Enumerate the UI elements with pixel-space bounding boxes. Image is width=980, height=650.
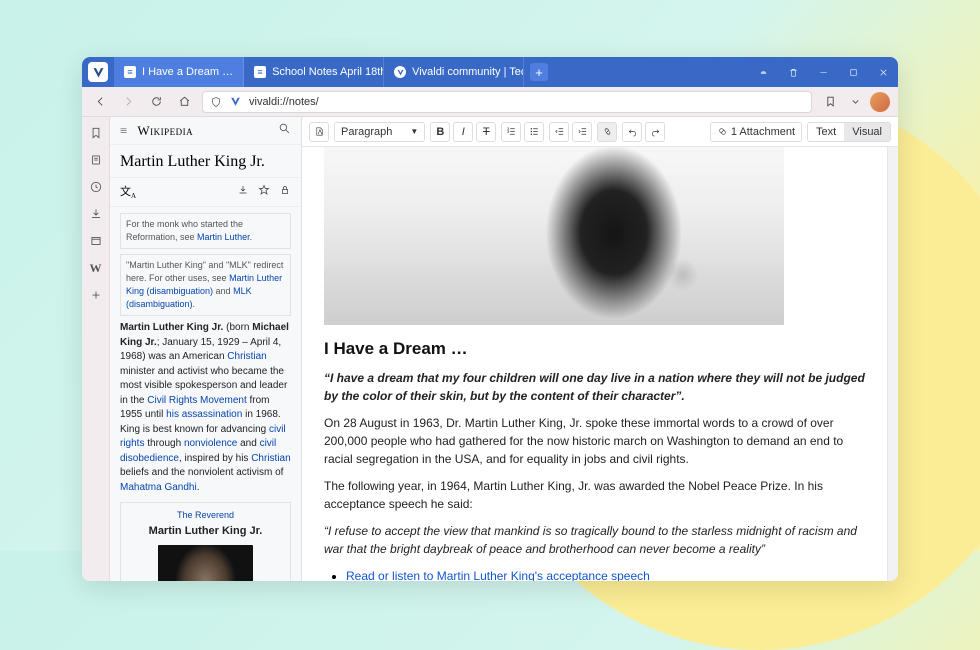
shield-icon xyxy=(210,96,222,108)
note-paragraph: The following year, in 1964, Martin Luth… xyxy=(324,477,865,513)
profile-avatar[interactable] xyxy=(870,92,890,112)
note-icon: ≡ xyxy=(254,66,266,78)
hatnote: For the monk who started the Reformation… xyxy=(120,213,291,249)
editor-toolbar: Paragraph▼ B I T 12 xyxy=(302,117,898,147)
italic-button[interactable]: I xyxy=(453,122,473,142)
note-link[interactable]: Read or listen to Martin Luther King's a… xyxy=(346,569,650,581)
view-toggle[interactable]: Text Visual xyxy=(807,122,891,142)
add-panel-button[interactable] xyxy=(89,288,103,302)
chevron-down-icon[interactable] xyxy=(845,92,865,112)
close-button[interactable] xyxy=(868,57,898,87)
text-view-button[interactable]: Text xyxy=(808,123,844,141)
hatnote: "Martin Luther King" and "MLK" redirect … xyxy=(120,254,291,316)
tab-label: Vivaldi community | Tech fo xyxy=(412,66,524,78)
bookmark-button[interactable] xyxy=(820,92,840,112)
redo-button[interactable] xyxy=(645,122,665,142)
forward-button[interactable] xyxy=(118,92,138,112)
tab-0[interactable]: ≡ I Have a Dream … xyxy=(114,57,244,87)
note-paragraph: On 28 August in 1963, Dr. Martin Luther … xyxy=(324,414,865,468)
window-icon[interactable] xyxy=(89,234,103,248)
tab-label: I Have a Dream … xyxy=(142,66,233,78)
insert-button[interactable] xyxy=(309,122,329,142)
history-icon[interactable] xyxy=(89,180,103,194)
new-tab-button[interactable]: + xyxy=(530,63,548,81)
download-icon[interactable] xyxy=(237,183,249,201)
article-content[interactable]: For the monk who started the Reformation… xyxy=(110,207,301,581)
bookmarks-icon[interactable] xyxy=(89,126,103,140)
lock-icon[interactable] xyxy=(279,183,291,201)
home-button[interactable] xyxy=(174,92,194,112)
link-button[interactable] xyxy=(597,122,617,142)
lead-paragraph: Martin Luther King Jr. (born Michael Kin… xyxy=(120,321,291,495)
strike-button[interactable]: T xyxy=(476,122,496,142)
vivaldi-icon xyxy=(394,66,406,78)
maximize-button[interactable] xyxy=(838,57,868,87)
panel-strip: W xyxy=(82,117,110,581)
tab-1[interactable]: ≡ School Notes April 18th xyxy=(244,57,384,87)
note-quote: “I have a dream that my four children wi… xyxy=(324,369,865,405)
paragraph-select[interactable]: Paragraph▼ xyxy=(334,122,425,142)
reload-button[interactable] xyxy=(146,92,166,112)
bullet-list-button[interactable] xyxy=(524,122,544,142)
infobox: The Reverend Martin Luther King Jr. xyxy=(120,502,291,581)
tab-2[interactable]: Vivaldi community | Tech fo xyxy=(384,57,524,87)
browser-window: ≡ I Have a Dream … ≡ School Notes April … xyxy=(82,57,898,581)
minimize-button[interactable] xyxy=(808,57,838,87)
reading-icon[interactable] xyxy=(89,153,103,167)
indent-button[interactable] xyxy=(572,122,592,142)
ordered-list-button[interactable]: 12 xyxy=(501,122,521,142)
attachment-button[interactable]: 1 Attachment xyxy=(710,122,802,142)
menu-icon[interactable]: ≡ xyxy=(120,123,127,139)
infobox-name: Martin Luther King Jr. xyxy=(127,524,284,540)
star-icon[interactable] xyxy=(258,183,270,201)
notes-editor: Paragraph▼ B I T 12 xyxy=(302,117,898,581)
tab-bar: ≡ I Have a Dream … ≡ School Notes April … xyxy=(82,57,898,87)
hero-image: ON'T 0 xyxy=(324,147,784,325)
undo-button[interactable] xyxy=(622,122,642,142)
address-bar: vivaldi://notes/ xyxy=(82,87,898,117)
trash-icon[interactable] xyxy=(778,57,808,87)
wikipedia-panel: ≡ Wikipedia Martin Luther King Jr. 文A Fo… xyxy=(110,117,302,581)
search-icon[interactable] xyxy=(278,122,291,140)
bold-button[interactable]: B xyxy=(430,122,450,142)
url-input[interactable]: vivaldi://notes/ xyxy=(202,91,812,113)
note-quote: “I refuse to accept the view that mankin… xyxy=(324,522,865,558)
url-text: vivaldi://notes/ xyxy=(249,96,319,108)
infobox-label: The Reverend xyxy=(127,509,284,522)
tab-label: School Notes April 18th xyxy=(272,66,384,78)
article-title: Martin Luther King Jr. xyxy=(110,145,301,178)
sync-icon[interactable] xyxy=(748,57,778,87)
note-icon: ≡ xyxy=(124,66,136,78)
vivaldi-icon xyxy=(229,95,242,108)
article-tools: 文A xyxy=(110,178,301,207)
wikipedia-logo: Wikipedia xyxy=(137,123,268,139)
note-content[interactable]: ON'T 0 I Have a Dream … “I have a dream … xyxy=(302,147,887,581)
vivaldi-menu-button[interactable] xyxy=(82,57,114,87)
back-button[interactable] xyxy=(90,92,110,112)
language-icon[interactable]: 文A xyxy=(120,183,136,200)
visual-view-button[interactable]: Visual xyxy=(844,123,890,141)
note-title: I Have a Dream … xyxy=(324,339,865,359)
wikipedia-icon[interactable]: W xyxy=(89,261,103,275)
svg-text:2: 2 xyxy=(507,129,509,133)
scrollbar[interactable] xyxy=(887,147,898,581)
downloads-icon[interactable] xyxy=(89,207,103,221)
outdent-button[interactable] xyxy=(549,122,569,142)
